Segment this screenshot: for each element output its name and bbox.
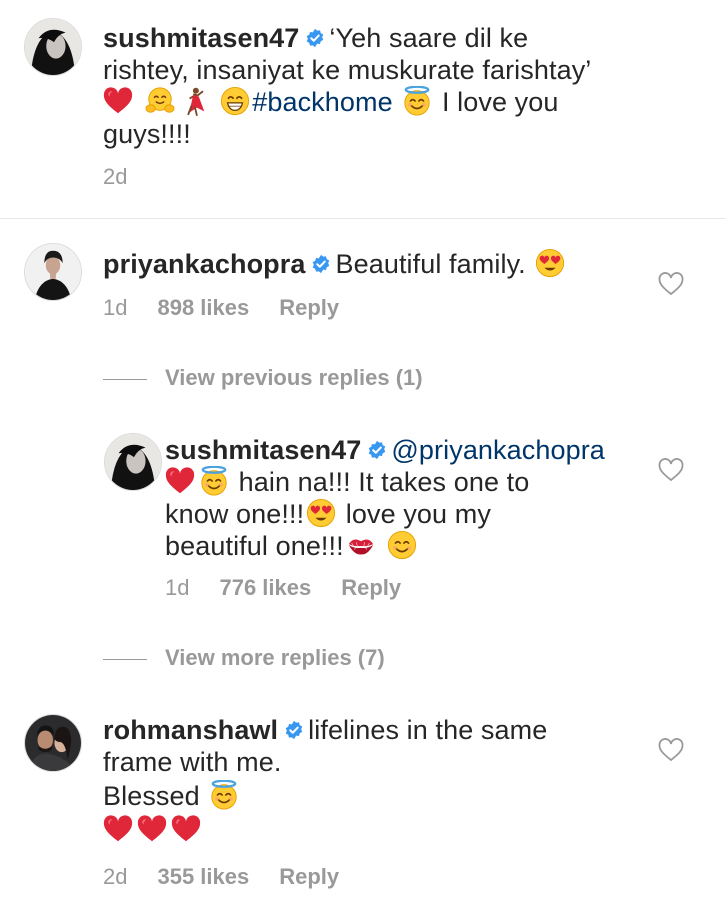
reply-body-part4: beautiful one!!!: [165, 531, 344, 561]
caption-divider: [0, 218, 725, 219]
like-heart-icon[interactable]: [658, 738, 684, 762]
grinning-face-icon: [220, 86, 250, 116]
heart-eyes-icon: [535, 248, 565, 278]
caption-line1: ‘Yeh saare dil ke: [329, 23, 529, 53]
red-heart-icon: [171, 814, 201, 844]
avatar-image: [105, 434, 161, 490]
red-heart-icon: [103, 814, 133, 844]
smiling-face-icon: [387, 530, 417, 560]
comment-hearts-row: [103, 814, 203, 846]
comment-body-line1: lifelines in the same: [308, 715, 548, 745]
verified-badge-icon: [305, 28, 325, 48]
reply-button[interactable]: Reply: [341, 575, 401, 601]
comments-page: sushmitasen47 ‘Yeh saare dil ke rishtey, …: [0, 0, 725, 918]
avatar-sushmitasen47-reply[interactable]: [104, 433, 162, 491]
comment-time: 1d: [103, 295, 128, 320]
comment-body-line2: frame with me.: [103, 747, 282, 777]
smiling-face-with-halo-icon: [199, 466, 229, 496]
comment-text: priyankachopra Beautiful family.: [103, 248, 663, 280]
caption-time: 2d: [103, 164, 128, 189]
reply-text: sushmitasen47 @priyankachopra hain na!!! …: [165, 434, 645, 562]
comment-username[interactable]: rohmanshawl: [103, 715, 278, 745]
comment-username[interactable]: priyankachopra: [103, 249, 305, 279]
avatar-priyankachopra[interactable]: [24, 243, 82, 301]
reply-username[interactable]: sushmitasen47: [165, 435, 361, 465]
reply-meta: 1d 776 likes Reply: [165, 575, 401, 601]
caption-line4: guys!!!!: [103, 119, 191, 149]
view-more-replies-label: View more replies (7): [165, 645, 385, 670]
comment-body: Beautiful family.: [335, 249, 526, 279]
comment-meta: 1d 898 likes Reply: [103, 295, 339, 321]
verified-badge-icon: [367, 440, 387, 460]
avatar-image: [25, 715, 81, 771]
avatar-caption-author[interactable]: [24, 18, 82, 76]
comment-text-blessed: Blessed: [103, 780, 241, 812]
woman-dancing-icon: [179, 86, 209, 116]
smiling-face-with-halo-icon: [402, 86, 432, 116]
avatar-image: [25, 244, 81, 300]
view-more-replies[interactable]: View more replies (7): [103, 645, 385, 671]
caption-line3-tail: I love you: [441, 87, 559, 117]
verified-badge-icon: [311, 254, 331, 274]
mention-priyankachopra[interactable]: @priyankachopra: [391, 435, 605, 465]
red-heart-icon: [103, 86, 133, 116]
verified-badge-icon: [284, 720, 304, 740]
caption-line2: rishtey, insaniyat ke muskurate farishta…: [103, 55, 592, 85]
view-previous-replies-label: View previous replies (1): [165, 365, 423, 390]
hashtag-backhome[interactable]: #backhome: [252, 87, 393, 117]
reply-likes[interactable]: 776 likes: [219, 575, 311, 601]
smiling-face-with-halo-icon: [209, 780, 239, 810]
reply-body-part2: know one!!!: [165, 499, 305, 529]
reply-button[interactable]: Reply: [279, 295, 339, 321]
hugging-face-icon: [145, 86, 175, 116]
avatar-rohmanshawl[interactable]: [24, 714, 82, 772]
comment-time: 2d: [103, 864, 128, 889]
comment-meta: 2d 355 likes Reply: [103, 864, 339, 890]
reply-button[interactable]: Reply: [279, 864, 339, 890]
like-heart-icon[interactable]: [658, 272, 684, 296]
comment-likes[interactable]: 898 likes: [157, 295, 249, 321]
kiss-mark-icon: [346, 530, 376, 560]
reply-body-part1: hain na!!! It takes one to: [238, 467, 530, 497]
replies-divider-line: [103, 658, 147, 660]
red-heart-icon: [165, 466, 195, 496]
comment-body-line3: Blessed: [103, 781, 200, 811]
red-heart-icon: [137, 814, 167, 844]
caption-meta: 2d: [103, 164, 127, 190]
reply-body-part3: love you my: [345, 499, 491, 529]
reply-time: 1d: [165, 575, 190, 600]
view-previous-replies[interactable]: View previous replies (1): [103, 365, 423, 391]
caption-text: sushmitasen47 ‘Yeh saare dil ke rishtey, …: [103, 22, 693, 150]
comment-likes[interactable]: 355 likes: [157, 864, 249, 890]
like-heart-icon[interactable]: [658, 458, 684, 482]
heart-eyes-icon: [306, 498, 336, 528]
caption-username[interactable]: sushmitasen47: [103, 23, 299, 53]
avatar-image: [25, 19, 81, 75]
replies-divider-line: [103, 378, 147, 380]
comment-text: rohmanshawl lifelines in the same frame w…: [103, 714, 643, 778]
